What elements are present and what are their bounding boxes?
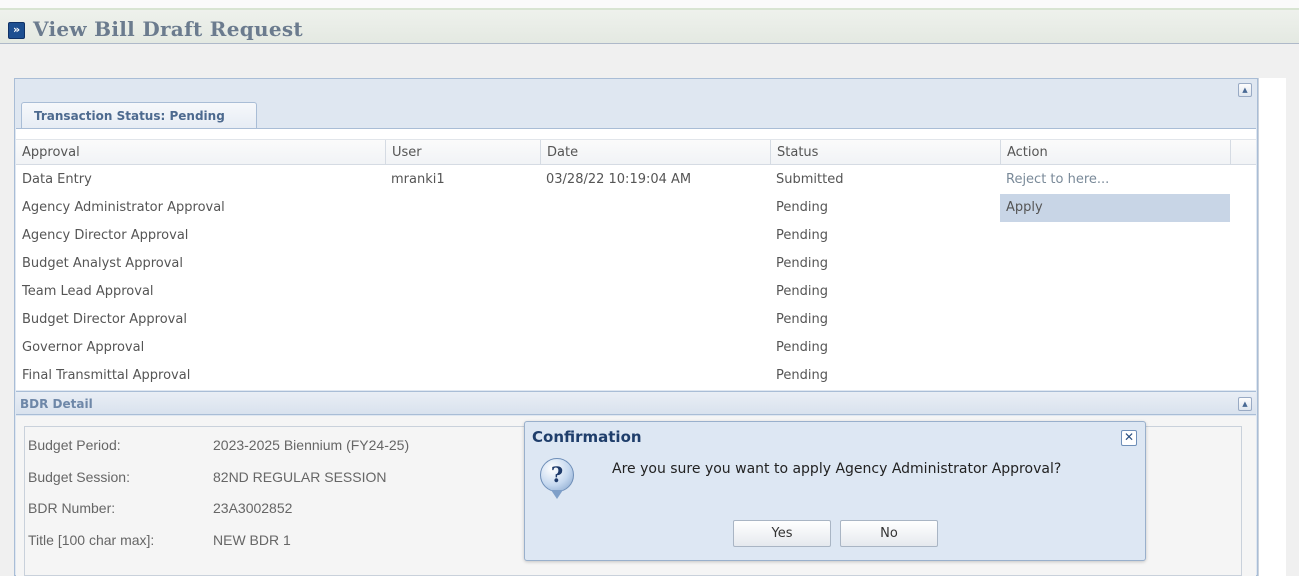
tab-transaction-status[interactable]: Transaction Status: Pending [21,102,257,129]
cell-approval: Final Transmittal Approval [22,368,191,383]
grid-header: Approval User Date Status Action [16,139,1256,165]
table-row[interactable]: Agency Director Approval Pending [16,222,1256,250]
close-icon[interactable]: ✕ [1121,430,1137,446]
title-label: Title [100 char max]: [28,532,155,548]
col-status[interactable]: Status [770,140,1000,165]
cell-date: 03/28/22 10:19:04 AM [546,172,692,187]
budget-period-value: 2023-2025 Biennium (FY24-25) [213,437,410,453]
collapse-bdr-icon[interactable]: ▲ [1238,397,1252,411]
cell-status: Pending [776,228,828,243]
table-row[interactable]: Team Lead Approval Pending [16,278,1256,306]
cell-status: Pending [776,340,828,355]
cell-status: Submitted [776,172,844,187]
apply-action-cell[interactable]: Apply [1000,194,1230,222]
table-row[interactable]: Budget Director Approval Pending [16,306,1256,334]
budget-session-label: Budget Session: [28,469,130,485]
cell-status: Pending [776,200,828,215]
yes-button[interactable]: Yes [733,520,831,547]
col-spacer [1230,140,1256,165]
question-icon-tail [551,490,563,499]
bdr-number-value: 23A3002852 [213,500,293,516]
cell-status: Pending [776,312,828,327]
reject-to-here-link[interactable]: Reject to here... [1000,166,1230,194]
cell-status: Pending [776,284,828,299]
bdr-number-label: BDR Number: [28,500,116,516]
cell-approval: Team Lead Approval [22,284,154,299]
page-header: » View Bill Draft Request [0,8,1299,44]
double-chevron-right-icon[interactable]: » [8,22,25,39]
right-scrollbar[interactable] [1258,78,1286,576]
approval-grid: Approval User Date Status Action Data En… [16,128,1256,390]
cell-approval: Budget Director Approval [22,312,187,327]
cell-user: mranki1 [391,172,445,187]
title-value: NEW BDR 1 [213,532,291,548]
bdr-detail-title: BDR Detail [20,397,93,411]
col-user[interactable]: User [385,140,540,165]
table-row[interactable]: Data Entry mranki1 03/28/22 10:19:04 AM … [16,166,1256,194]
question-icon: ? [540,458,574,492]
collapse-panel-icon[interactable]: ▲ [1238,83,1252,97]
bdr-detail-header[interactable]: BDR Detail [16,391,1256,415]
table-row[interactable]: Governor Approval Pending [16,334,1256,362]
table-row[interactable]: Agency Administrator Approval Pending Ap… [16,194,1256,222]
cell-status: Pending [776,368,828,383]
cell-approval: Agency Administrator Approval [22,200,225,215]
cell-status: Pending [776,256,828,271]
no-button[interactable]: No [840,520,938,547]
cell-approval: Governor Approval [22,340,145,355]
col-date[interactable]: Date [540,140,770,165]
dialog-title: Confirmation [532,428,642,446]
col-action[interactable]: Action [1000,140,1230,165]
cell-approval: Agency Director Approval [22,228,189,243]
table-row[interactable]: Budget Analyst Approval Pending [16,250,1256,278]
budget-session-value: 82ND REGULAR SESSION [213,469,387,485]
dialog-message: Are you sure you want to apply Agency Ad… [612,461,1062,477]
col-approval[interactable]: Approval [16,140,385,165]
budget-period-label: Budget Period: [28,437,121,453]
cell-approval: Data Entry [22,172,92,187]
confirmation-dialog: Confirmation ✕ ? Are you sure you want t… [524,421,1146,561]
page-title: View Bill Draft Request [33,17,303,41]
table-row[interactable]: Final Transmittal Approval Pending [16,362,1256,390]
top-strip [0,0,1299,8]
cell-approval: Budget Analyst Approval [22,256,183,271]
